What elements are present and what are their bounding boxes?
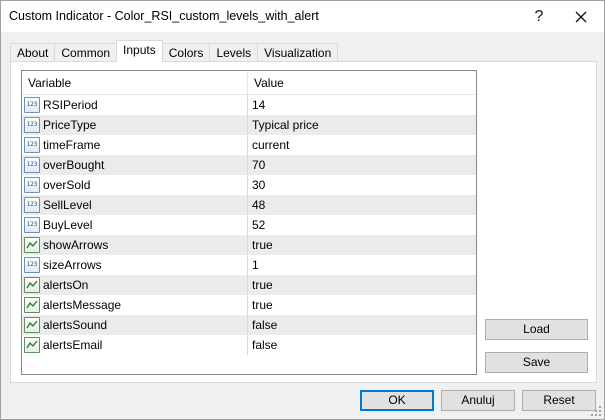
numeric-param-icon-text: 123 bbox=[26, 161, 38, 168]
input-row-showarrows[interactable]: showArrows true bbox=[22, 235, 476, 255]
numeric-param-icon-text: 123 bbox=[26, 101, 38, 108]
variable-cell: 123 BuyLevel bbox=[22, 215, 248, 235]
input-row-alertsemail[interactable]: alertsEmail false bbox=[22, 335, 476, 355]
variable-value[interactable]: true bbox=[248, 275, 476, 295]
numeric-param-icon: 123 bbox=[24, 217, 40, 233]
variable-name: alertsSound bbox=[43, 318, 108, 332]
variable-value[interactable]: 70 bbox=[248, 155, 476, 175]
variable-value[interactable]: false bbox=[248, 315, 476, 335]
input-row-buylevel[interactable]: 123 BuyLevel 52 bbox=[22, 215, 476, 235]
ok-button[interactable]: OK bbox=[360, 390, 434, 411]
input-row-alertssound[interactable]: alertsSound false bbox=[22, 315, 476, 335]
variable-cell: alertsMessage bbox=[22, 295, 248, 315]
tab-visualization[interactable]: Visualization bbox=[257, 43, 339, 62]
variable-name: alertsOn bbox=[43, 278, 89, 292]
input-row-rsiperiod[interactable]: 123 RSIPeriod 14 bbox=[22, 95, 476, 115]
variable-cell: 123 RSIPeriod bbox=[22, 95, 248, 115]
column-header-variable[interactable]: Variable bbox=[22, 71, 248, 95]
load-button[interactable]: Load bbox=[485, 319, 588, 340]
list-header: Variable Value bbox=[22, 71, 476, 95]
close-button[interactable] bbox=[559, 1, 603, 32]
variable-cell: 123 timeFrame bbox=[22, 135, 248, 155]
variable-value[interactable]: false bbox=[248, 335, 476, 355]
numeric-param-icon: 123 bbox=[24, 157, 40, 173]
variable-value[interactable]: true bbox=[248, 295, 476, 315]
resize-grip-icon[interactable] bbox=[590, 405, 602, 417]
inputs-rows: 123 RSIPeriod 14 123 PriceType Typical price 1… bbox=[22, 95, 476, 355]
numeric-param-icon: 123 bbox=[24, 117, 40, 133]
variable-cell: alertsSound bbox=[22, 315, 248, 335]
variable-value[interactable]: 30 bbox=[248, 175, 476, 195]
close-icon bbox=[575, 11, 587, 22]
variable-cell: alertsEmail bbox=[22, 335, 248, 355]
variable-name: BuyLevel bbox=[43, 218, 93, 232]
numeric-param-icon-text: 123 bbox=[26, 181, 38, 188]
variable-cell: alertsOn bbox=[22, 275, 248, 295]
numeric-param-icon-text: 123 bbox=[26, 121, 38, 128]
tab-levels[interactable]: Levels bbox=[209, 43, 259, 62]
tab-common[interactable]: Common bbox=[54, 43, 118, 62]
input-row-timeframe[interactable]: 123 timeFrame current bbox=[22, 135, 476, 155]
tab-colors[interactable]: Colors bbox=[161, 43, 211, 62]
help-icon: ? bbox=[534, 7, 544, 25]
variable-name: PriceType bbox=[43, 118, 97, 132]
variable-value[interactable]: current bbox=[248, 135, 476, 155]
numeric-param-icon-text: 123 bbox=[26, 261, 38, 268]
variable-value[interactable]: 52 bbox=[248, 215, 476, 235]
numeric-param-icon-text: 123 bbox=[26, 141, 38, 148]
variable-cell: 123 overBought bbox=[22, 155, 248, 175]
variable-name: overBought bbox=[43, 158, 105, 172]
title-bar: Custom Indicator - Color_RSI_custom_leve… bbox=[1, 1, 604, 32]
variable-value[interactable]: 14 bbox=[248, 95, 476, 115]
variable-cell: 123 SellLevel bbox=[22, 195, 248, 215]
tab-about[interactable]: About bbox=[10, 43, 56, 62]
variable-cell: 123 sizeArrows bbox=[22, 255, 248, 275]
boolean-param-icon bbox=[24, 277, 40, 293]
reset-button[interactable]: Reset bbox=[522, 390, 596, 411]
input-row-alertsmessage[interactable]: alertsMessage true bbox=[22, 295, 476, 315]
variable-cell: 123 PriceType bbox=[22, 115, 248, 135]
numeric-param-icon: 123 bbox=[24, 177, 40, 193]
inputs-list[interactable]: Variable Value 123 RSIPeriod 14 123 PriceTyp… bbox=[21, 70, 477, 375]
window-title: Custom Indicator - Color_RSI_custom_leve… bbox=[9, 9, 319, 23]
input-row-overbought[interactable]: 123 overBought 70 bbox=[22, 155, 476, 175]
variable-name: alertsMessage bbox=[43, 298, 122, 312]
boolean-param-icon bbox=[24, 337, 40, 353]
cancel-button[interactable]: Anuluj bbox=[441, 390, 515, 411]
column-header-value[interactable]: Value bbox=[248, 71, 476, 95]
variable-name: timeFrame bbox=[43, 138, 101, 152]
variable-name: RSIPeriod bbox=[43, 98, 98, 112]
numeric-param-icon: 123 bbox=[24, 257, 40, 273]
variable-cell: 123 overSold bbox=[22, 175, 248, 195]
variable-name: alertsEmail bbox=[43, 338, 103, 352]
boolean-param-icon bbox=[24, 317, 40, 333]
boolean-param-icon bbox=[24, 237, 40, 253]
tab-inputs[interactable]: Inputs bbox=[116, 40, 163, 62]
numeric-param-icon: 123 bbox=[24, 137, 40, 153]
dialog-window: Custom Indicator - Color_RSI_custom_leve… bbox=[0, 0, 605, 420]
variable-cell: showArrows bbox=[22, 235, 248, 255]
input-row-pricetype[interactable]: 123 PriceType Typical price bbox=[22, 115, 476, 135]
help-button[interactable]: ? bbox=[517, 1, 561, 32]
numeric-param-icon-text: 123 bbox=[26, 201, 38, 208]
variable-value[interactable]: true bbox=[248, 235, 476, 255]
input-row-alertson[interactable]: alertsOn true bbox=[22, 275, 476, 295]
numeric-param-icon: 123 bbox=[24, 197, 40, 213]
variable-value[interactable]: Typical price bbox=[248, 115, 476, 135]
save-button[interactable]: Save bbox=[485, 352, 588, 373]
variable-value[interactable]: 1 bbox=[248, 255, 476, 275]
variable-value[interactable]: 48 bbox=[248, 195, 476, 215]
variable-name: overSold bbox=[43, 178, 91, 192]
numeric-param-icon-text: 123 bbox=[26, 221, 38, 228]
boolean-param-icon bbox=[24, 297, 40, 313]
variable-name: SellLevel bbox=[43, 198, 92, 212]
input-row-selllevel[interactable]: 123 SellLevel 48 bbox=[22, 195, 476, 215]
input-row-sizearrows[interactable]: 123 sizeArrows 1 bbox=[22, 255, 476, 275]
numeric-param-icon: 123 bbox=[24, 97, 40, 113]
variable-name: sizeArrows bbox=[43, 258, 102, 272]
tab-strip: About Common Inputs Colors Levels Visualizati… bbox=[10, 40, 339, 62]
variable-name: showArrows bbox=[43, 238, 109, 252]
input-row-oversold[interactable]: 123 overSold 30 bbox=[22, 175, 476, 195]
